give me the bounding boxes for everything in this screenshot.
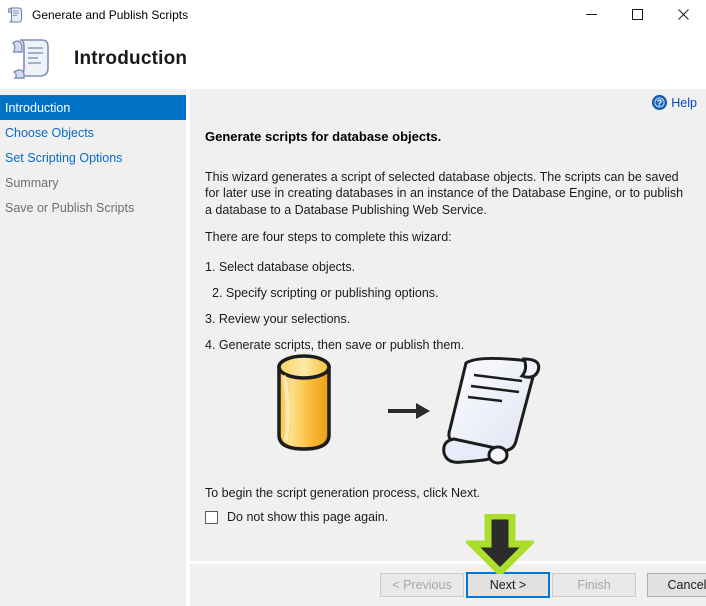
sidebar-item-set-scripting-options[interactable]: Set Scripting Options [0, 145, 186, 170]
page-title: Introduction [74, 48, 188, 69]
next-button[interactable]: Next > [466, 572, 550, 598]
begin-instruction-text: To begin the script generation process, … [205, 486, 481, 500]
sidebar-item-choose-objects[interactable]: Choose Objects [0, 120, 186, 145]
wizard-content-panel: ? Help Generate scripts for database obj… [190, 89, 706, 561]
previous-button: < Previous [380, 573, 464, 597]
wizard-step-sidebar: Introduction Choose Objects Set Scriptin… [0, 89, 186, 606]
sidebar-item-summary: Summary [0, 170, 186, 195]
window-title: Generate and Publish Scripts [32, 7, 189, 22]
do-not-show-again-checkbox[interactable] [205, 510, 218, 524]
right-arrow-icon [388, 403, 430, 419]
steps-lead-text: There are four steps to complete this wi… [205, 230, 452, 244]
sidebar-item-label: Introduction [5, 100, 71, 115]
sidebar-item-label: Summary [5, 175, 59, 190]
script-scroll-large-icon [8, 36, 52, 82]
close-icon[interactable] [660, 0, 706, 29]
sidebar-item-label: Save or Publish Scripts [5, 200, 135, 215]
window-titlebar: Generate and Publish Scripts [0, 0, 706, 29]
intro-paragraph: This wizard generates a script of select… [205, 170, 684, 217]
help-question-icon: ? [652, 95, 668, 110]
help-link[interactable]: ? Help [652, 95, 697, 110]
page-header: Introduction [0, 29, 706, 89]
minimize-icon[interactable] [568, 0, 614, 29]
finish-button: Finish [552, 573, 636, 597]
cancel-button[interactable]: Cancel [647, 573, 706, 597]
maximize-icon[interactable] [614, 0, 660, 29]
window-controls [568, 0, 706, 29]
list-item: 1. Select database objects. [205, 260, 356, 274]
do-not-show-again-row[interactable]: Do not show this page again. [205, 510, 388, 524]
database-cylinder-icon [277, 354, 331, 451]
sidebar-item-label: Choose Objects [5, 125, 94, 140]
list-item: 3. Review your selections. [205, 312, 351, 326]
sidebar-item-save-or-publish-scripts: Save or Publish Scripts [0, 195, 186, 220]
wizard-illustration [270, 349, 570, 469]
wizard-steps-list: 1. Select database objects. 2. Specify s… [205, 254, 675, 358]
help-label: Help [671, 95, 697, 110]
script-scroll-icon [6, 6, 24, 24]
sidebar-item-label: Set Scripting Options [5, 150, 123, 165]
do-not-show-again-label: Do not show this page again. [227, 510, 389, 524]
sidebar-item-introduction[interactable]: Introduction [0, 95, 186, 120]
script-scroll-document-icon [442, 356, 541, 465]
content-heading: Generate scripts for database objects. [205, 129, 442, 144]
wizard-button-bar: < Previous Next > Finish Cancel [190, 564, 706, 606]
list-item: 2. Specify scripting or publishing optio… [212, 286, 439, 300]
svg-text:?: ? [657, 98, 663, 108]
